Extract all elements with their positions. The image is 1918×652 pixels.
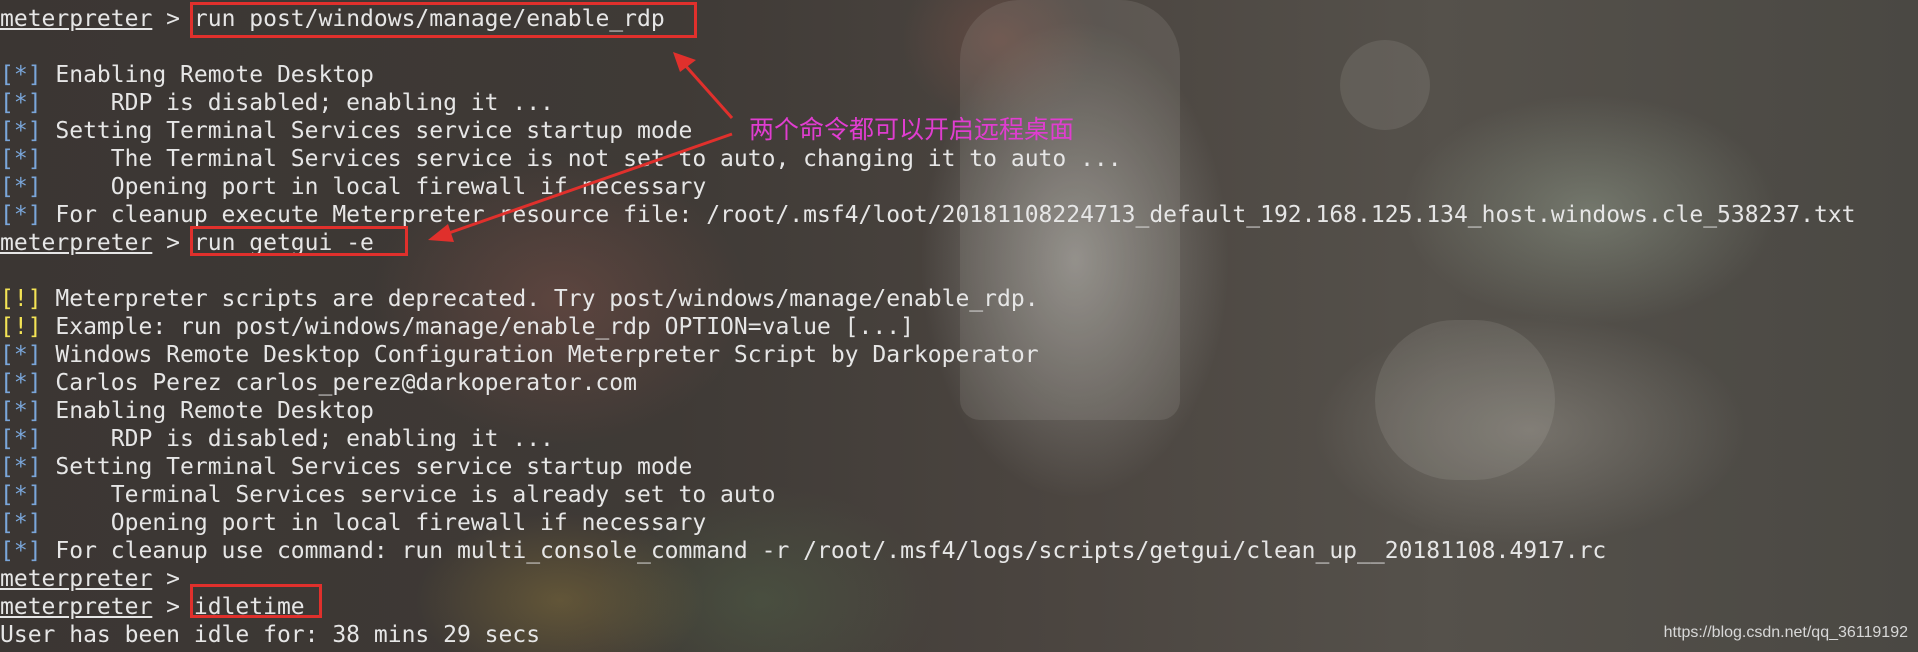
arrow-head-getgui (428, 224, 454, 242)
arrow-to-getgui (445, 132, 733, 236)
arrow-to-enable-rdp (682, 63, 734, 119)
annotation-label: 两个命令都可以开启远程桌面 (749, 115, 1075, 144)
watermark: https://blog.csdn.net/qq_36119192 (1663, 624, 1908, 641)
annotation-arrows (428, 52, 734, 242)
arrow-head-enable-rdp (673, 52, 696, 72)
